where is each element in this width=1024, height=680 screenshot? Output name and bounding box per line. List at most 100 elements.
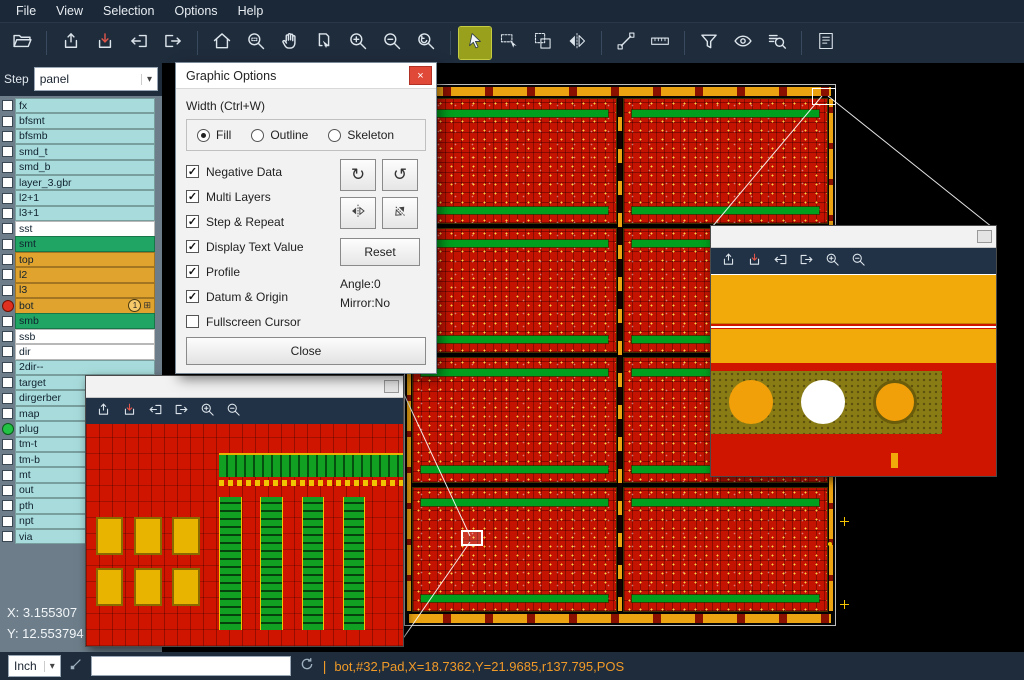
checkbox-multi-layers[interactable]: ✓Multi Layers <box>186 184 340 209</box>
zoom-out-button[interactable] <box>222 401 245 423</box>
arrow-down-box-button[interactable] <box>743 251 766 273</box>
dialog-titlebar[interactable]: Graphic Options × <box>176 63 436 89</box>
magnifier-window-right[interactable] <box>710 225 997 477</box>
layer-visibility-checkbox[interactable] <box>2 516 13 527</box>
menu-help[interactable]: Help <box>228 2 274 20</box>
report-tool-button[interactable] <box>810 27 842 59</box>
layer-visibility-checkbox[interactable] <box>2 316 13 327</box>
layer-visibility-checkbox[interactable] <box>2 131 13 142</box>
rotate-ccw-button[interactable]: ↺ <box>382 159 418 191</box>
layer-bar[interactable]: 2dir-- <box>15 360 155 376</box>
arrow-up-box-button[interactable] <box>717 251 740 273</box>
layer-bar[interactable]: l2+1 <box>15 190 155 206</box>
layer-visibility-checkbox[interactable] <box>2 393 13 404</box>
checkbox-step-repeat[interactable]: ✓Step & Repeat <box>186 209 340 234</box>
import-right-button[interactable] <box>157 27 189 59</box>
layer-visibility-checkbox[interactable] <box>2 223 13 234</box>
layer-visibility-checkbox[interactable] <box>2 408 13 419</box>
layer-visibility-checkbox[interactable] <box>2 162 13 173</box>
ruler-tool-button[interactable] <box>644 27 676 59</box>
reset-button[interactable]: Reset <box>340 238 420 266</box>
layer-bar[interactable]: layer_3.gbr <box>15 175 155 191</box>
layer-bar[interactable]: smd_t <box>15 144 155 160</box>
layer-visibility-checkbox[interactable] <box>2 439 13 450</box>
chevron-down-icon[interactable]: ▾ <box>141 74 152 85</box>
view-options-button[interactable] <box>727 27 759 59</box>
layer-visibility-checkbox[interactable] <box>2 285 13 296</box>
layer-bar[interactable]: sst <box>15 221 155 237</box>
window-box-button[interactable] <box>384 380 399 393</box>
arrow-up-box-button[interactable] <box>92 401 115 423</box>
zoom-in-button[interactable] <box>342 27 374 59</box>
layer-bar[interactable]: dir <box>15 344 155 360</box>
import-up-button[interactable] <box>55 27 87 59</box>
layer-bar[interactable]: top <box>15 252 155 268</box>
rect-select-tool-button[interactable] <box>493 27 525 59</box>
radio-outline[interactable]: Outline <box>251 128 308 142</box>
mirror-tool-button[interactable] <box>561 27 593 59</box>
flip-horizontal-button[interactable] <box>340 197 376 229</box>
radio-skeleton[interactable]: Skeleton <box>328 128 394 142</box>
checkbox-display-text-value[interactable]: ✓Display Text Value <box>186 234 340 259</box>
arrow-right-box-button[interactable] <box>795 251 818 273</box>
layer-bar[interactable]: fx <box>15 98 155 114</box>
checkbox-profile[interactable]: ✓Profile <box>186 259 340 284</box>
layer-visibility-checkbox[interactable] <box>2 485 13 496</box>
checkbox-negative-data[interactable]: ✓Negative Data <box>186 159 340 184</box>
layer-visibility-checkbox[interactable] <box>2 193 13 204</box>
import-left-button[interactable] <box>123 27 155 59</box>
checkbox-datum-origin[interactable]: ✓Datum & Origin <box>186 284 340 309</box>
layer-visibility-checkbox[interactable] <box>2 346 13 357</box>
layer-visibility-checkbox[interactable] <box>2 177 13 188</box>
layer-visibility-checkbox[interactable] <box>2 331 13 342</box>
layer-bar[interactable]: ssb <box>15 329 155 345</box>
layer-visibility-checkbox[interactable] <box>2 377 13 388</box>
zoom-in-button[interactable] <box>821 251 844 273</box>
step-repeat-tool-button[interactable] <box>527 27 559 59</box>
layer-visibility-checkbox[interactable] <box>2 362 13 373</box>
open-file-button[interactable] <box>6 27 38 59</box>
arrow-left-box-button[interactable] <box>144 401 167 423</box>
measure-tool-button[interactable] <box>610 27 642 59</box>
zoom-in-button[interactable] <box>196 401 219 423</box>
select-tool-button[interactable] <box>459 27 491 59</box>
layer-bar[interactable]: l3 <box>15 283 155 299</box>
zoom-out-button[interactable] <box>376 27 408 59</box>
layer-bar[interactable]: smb <box>15 313 155 329</box>
layer-bar[interactable]: smt <box>15 236 155 252</box>
layer-bar[interactable]: l3+1 <box>15 206 155 222</box>
layer-bar[interactable]: l2 <box>15 267 155 283</box>
zoom-home-button[interactable] <box>206 27 238 59</box>
menu-view[interactable]: View <box>46 2 93 20</box>
unit-combo[interactable]: Inch ▾ <box>8 655 61 677</box>
import-down-button[interactable] <box>89 27 121 59</box>
filter-tool-button[interactable] <box>693 27 725 59</box>
zoom-previous-button[interactable] <box>410 27 442 59</box>
window-box-button[interactable] <box>977 230 992 243</box>
refresh-icon[interactable] <box>299 656 315 677</box>
layer-visibility-checkbox[interactable] <box>2 500 13 511</box>
layer-visibility-checkbox[interactable] <box>2 146 13 157</box>
layer-visibility-checkbox[interactable] <box>2 100 13 111</box>
menu-options[interactable]: Options <box>164 2 227 20</box>
layer-visibility-checkbox[interactable] <box>2 208 13 219</box>
layer-visibility-checkbox[interactable] <box>2 254 13 265</box>
find-tool-button[interactable] <box>761 27 793 59</box>
layer-visibility-checkbox[interactable] <box>2 454 13 465</box>
checkbox-fullscreen-cursor[interactable]: Fullscreen Cursor <box>186 309 340 334</box>
flip-diagonal-button[interactable] <box>382 197 418 229</box>
layer-visibility-checkbox[interactable] <box>2 531 13 542</box>
radio-fill[interactable]: Fill <box>197 128 231 142</box>
layer-visibility-checkbox[interactable] <box>2 239 13 250</box>
layer-visibility-checkbox[interactable] <box>2 470 13 481</box>
command-input[interactable] <box>91 656 291 676</box>
view-page-button[interactable] <box>308 27 340 59</box>
arrow-down-box-button[interactable] <box>118 401 141 423</box>
layer-visibility-checkbox[interactable] <box>2 269 13 280</box>
arrow-left-box-button[interactable] <box>769 251 792 273</box>
layer-bar[interactable]: smd_b <box>15 160 155 176</box>
zoom-out-button[interactable] <box>847 251 870 273</box>
layer-bar[interactable]: bfsmb <box>15 129 155 145</box>
magnifier-window-left[interactable] <box>85 375 404 647</box>
menu-selection[interactable]: Selection <box>93 2 164 20</box>
